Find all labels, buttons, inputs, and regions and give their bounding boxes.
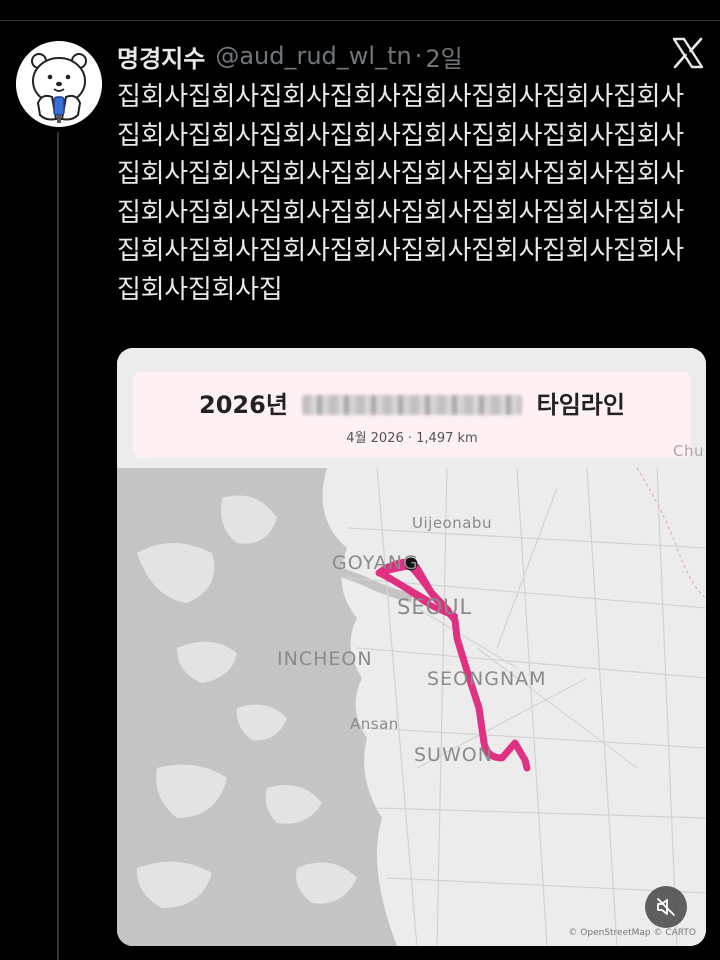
city-label-seoul: SEOUL bbox=[397, 595, 473, 619]
timeline-banner: 2026년 타임라인 4월 2026 · 1,497 km bbox=[133, 372, 691, 458]
display-name[interactable]: 명경지수 bbox=[117, 39, 205, 74]
x-logo-icon[interactable] bbox=[671, 36, 705, 70]
timeline-subtitle: 4월 2026 · 1,497 km bbox=[346, 431, 478, 446]
volume-muted-icon bbox=[657, 898, 675, 916]
timeline-title: 2026년 타임라인 bbox=[133, 385, 691, 420]
top-divider bbox=[0, 20, 720, 21]
timeline-year: 2026년 bbox=[199, 391, 288, 419]
city-label-ansan: Ansan bbox=[350, 715, 399, 733]
city-label-uijeongbu: Uijeonabu bbox=[412, 514, 492, 532]
city-label-chu: Chu bbox=[673, 442, 704, 460]
city-label-suwon: SUWON bbox=[414, 744, 493, 766]
map-attribution: © OpenStreetMap © CARTO bbox=[568, 928, 696, 938]
mute-button[interactable] bbox=[645, 886, 687, 928]
timeline-title-suffix: 타임라인 bbox=[536, 391, 625, 419]
map-image-card[interactable]: 2026년 타임라인 4월 2026 · 1,497 km Uijeonabu … bbox=[117, 348, 706, 946]
user-handle[interactable]: @aud_rud_wl_tn bbox=[215, 42, 411, 70]
blurred-text bbox=[302, 395, 523, 415]
tweet-header: 명경지수 @aud_rud_wl_tn · 2일 bbox=[117, 36, 463, 76]
separator-dot: · bbox=[414, 42, 423, 70]
city-label-seongnam: SEONGNAM bbox=[427, 668, 547, 690]
avatar[interactable] bbox=[16, 41, 102, 127]
city-label-goyang: GOYANG bbox=[332, 552, 419, 574]
city-label-incheon: INCHEON bbox=[277, 648, 373, 670]
thread-line bbox=[57, 132, 59, 960]
tweet-text: 집회사집회사집회사집회사집회사집회사집회사집회사집회사집회사집회사집회사집회사집… bbox=[117, 82, 684, 305]
tweet-time[interactable]: 2일 bbox=[425, 39, 462, 74]
bear-avatar-icon bbox=[16, 41, 102, 127]
